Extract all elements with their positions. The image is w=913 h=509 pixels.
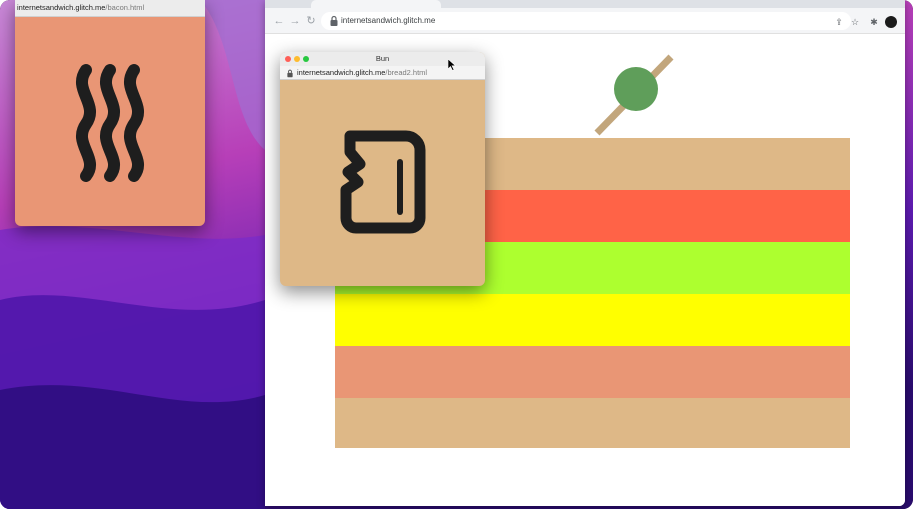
sandwich-layer-bun-bottom	[335, 398, 850, 448]
tab-strip	[265, 0, 905, 8]
mouse-cursor-icon	[448, 59, 456, 71]
lock-icon	[330, 15, 338, 26]
reload-button[interactable]: ↻	[303, 13, 319, 29]
bun-url-domain: internetsandwich.glitch.me	[297, 68, 386, 77]
bacon-url-path: /bacon.html	[105, 3, 145, 12]
sandwich-layer-bacon	[335, 346, 850, 398]
back-button[interactable]: ←	[271, 13, 287, 29]
star-icon[interactable]: ☆	[849, 16, 861, 28]
profile-avatar[interactable]	[885, 16, 897, 28]
olive	[614, 67, 658, 111]
extensions-icon[interactable]: ✱	[868, 16, 880, 28]
bun-url-text: internetsandwich.glitch.me/bread2.html	[297, 68, 427, 78]
tab-sandwich[interactable]	[311, 0, 441, 8]
bacon-url-text: internetsandwich.glitch.me/bacon.html	[17, 3, 144, 13]
bacon-url-bar: internetsandwich.glitch.me/bacon.html	[15, 0, 205, 17]
lock-icon	[287, 69, 293, 78]
bacon-window[interactable]: internetsandwich.glitch.me/bacon.html	[15, 0, 205, 226]
sandwich-layer-cheese	[335, 294, 850, 346]
bread-icon	[340, 130, 426, 234]
share-icon[interactable]: ⇪	[833, 16, 845, 28]
olive-skewer	[594, 54, 674, 136]
forward-button[interactable]: →	[287, 13, 303, 29]
bun-url-path: /bread2.html	[385, 68, 428, 77]
browser-toolbar: ← → ↻ internetsandwich.glitch.me ⇪ ☆ ✱	[265, 8, 905, 34]
bacon-icon	[76, 64, 144, 182]
bun-window[interactable]: Bun internetsandwich.glitch.me/bread2.ht…	[280, 52, 485, 286]
bacon-url-domain: internetsandwich.glitch.me	[17, 3, 106, 12]
url-text: internetsandwich.glitch.me	[341, 16, 436, 25]
address-bar[interactable]: internetsandwich.glitch.me	[321, 12, 851, 30]
desktop: ← → ↻ internetsandwich.glitch.me ⇪ ☆ ✱ i…	[0, 0, 913, 509]
